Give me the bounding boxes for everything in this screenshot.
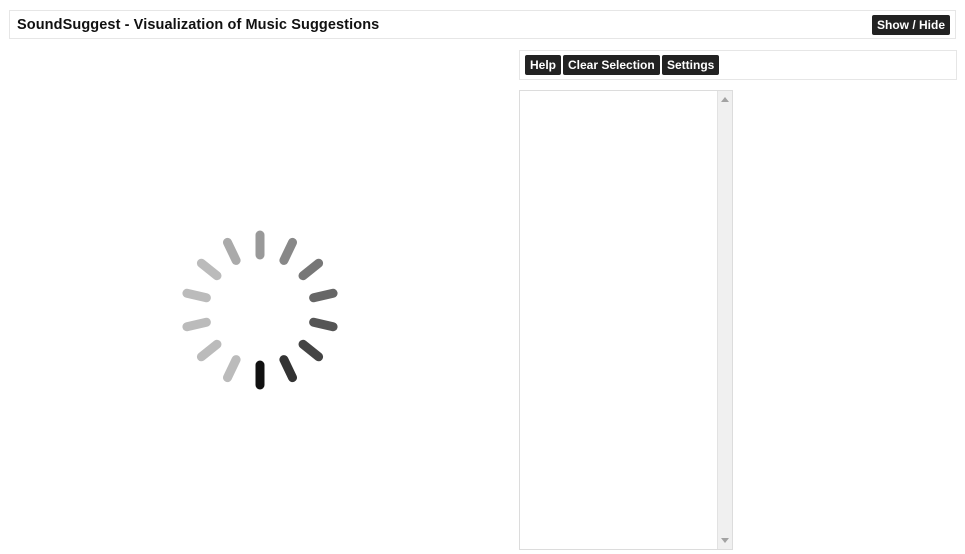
scroll-up-arrow-icon[interactable] xyxy=(721,97,729,102)
spinner-segment xyxy=(298,258,324,281)
spinner-segment xyxy=(182,317,211,332)
spinner-segment xyxy=(223,355,241,383)
scroll-down-arrow-icon[interactable] xyxy=(721,538,729,543)
spinner-segment xyxy=(309,288,338,303)
scrollbar[interactable] xyxy=(717,91,732,549)
suggestion-list-panel[interactable] xyxy=(519,90,733,550)
spinner-segment xyxy=(279,355,297,383)
clear-selection-button[interactable]: Clear Selection xyxy=(563,55,660,75)
settings-button[interactable]: Settings xyxy=(662,55,720,75)
spinner-segment xyxy=(298,339,324,362)
show-hide-button[interactable]: Show / Hide xyxy=(871,15,950,35)
toolbar: Help Clear Selection Settings xyxy=(519,50,957,80)
spinner-segment xyxy=(196,339,222,362)
spinner-segment xyxy=(223,237,241,265)
help-button[interactable]: Help xyxy=(525,55,562,75)
spinner-segment xyxy=(196,258,222,281)
spinner-segment xyxy=(182,288,211,303)
app-header: SoundSuggest - Visualization of Music Su… xyxy=(9,10,956,39)
spinner-segment xyxy=(309,317,338,332)
spinner-segment xyxy=(279,237,297,265)
loading-spinner-icon xyxy=(182,230,338,390)
app-title: SoundSuggest - Visualization of Music Su… xyxy=(17,17,380,33)
